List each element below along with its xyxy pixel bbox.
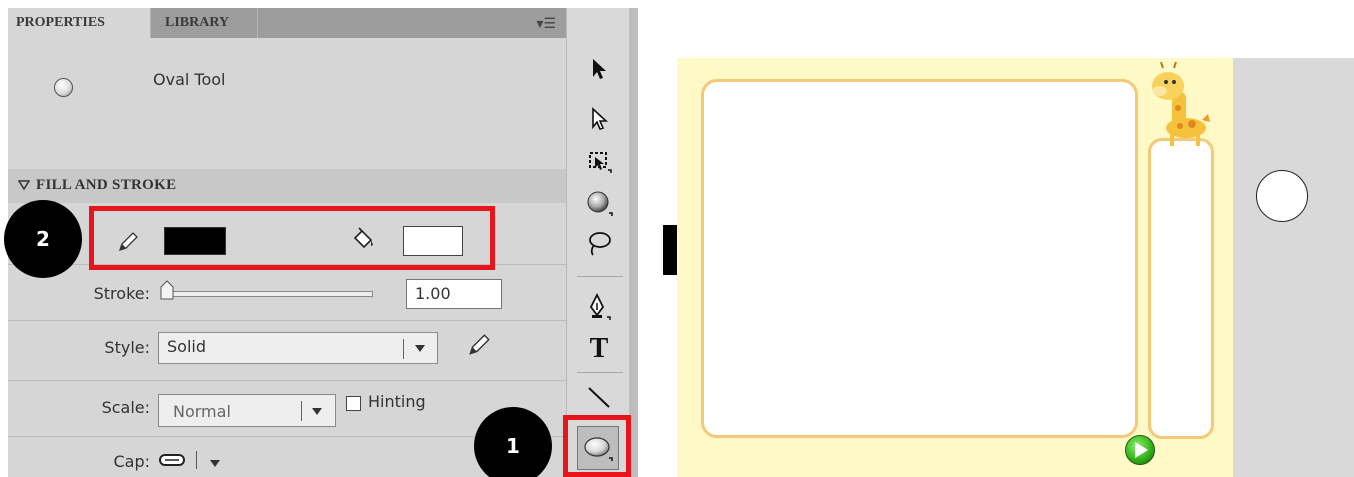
section-title: FILL AND STROKE [36,177,177,193]
stroke-slider-thumb[interactable] [159,279,175,301]
side-frame [1148,138,1214,439]
divider [8,380,566,381]
chevron-down-icon [312,408,322,415]
scale-value: Normal [173,402,231,421]
tab-library[interactable]: LIBRARY [150,8,258,38]
hinting-label: Hinting [368,392,426,411]
cap-label: Cap: [113,452,150,471]
text-tool[interactable]: T [579,332,619,366]
giraffe-decoration [1152,62,1210,146]
selection-tool[interactable] [579,52,619,86]
collapse-triangle-icon [18,180,30,191]
drawn-oval-shape[interactable] [1256,170,1308,222]
line-tool[interactable] [579,380,619,414]
tab-properties[interactable]: PROPERTIES [8,8,150,38]
cap-chevron-down-icon[interactable] [210,460,220,467]
style-dropdown[interactable]: Solid [158,332,438,364]
fill-stroke-section-header[interactable]: FILL AND STROKE [8,169,566,203]
pen-nib-icon [589,293,611,320]
free-transform-tool[interactable] [579,144,619,178]
stroke-label: Stroke: [93,284,150,303]
subselection-tool[interactable] [579,102,619,136]
step-badge-2: 2 [4,200,82,278]
tool-name: Oval Tool [153,70,226,89]
scale-label: Scale: [101,398,150,417]
highlight-oval-tool [563,415,631,477]
style-label: Style: [104,338,150,357]
round-cap-icon[interactable] [158,452,188,468]
tools-panel: T [566,8,629,477]
main-frame [701,79,1138,438]
text-tool-icon: T [589,333,609,364]
divider [8,320,566,321]
stroke-width-input[interactable]: 1.00 [406,279,502,309]
pen-tool[interactable] [579,290,619,324]
chevron-down-icon [415,345,425,352]
hinting-checkbox[interactable] [346,396,361,411]
panel-tab-bar: PROPERTIES LIBRARY ▾☰ [8,8,566,38]
selection-arrow-icon [593,59,606,79]
style-value: Solid [167,337,206,356]
3d-rotation-icon [587,191,613,216]
stroke-slider-track[interactable] [163,291,373,297]
panel-menu-icon[interactable]: ▾☰ [536,15,556,32]
lasso-icon [589,232,611,256]
3d-rotation-tool[interactable] [579,186,619,220]
highlight-stroke-fill [89,206,495,270]
line-tool-icon [588,387,610,408]
play-icon [1135,442,1148,458]
oval-tool-preview-icon [54,78,73,97]
lasso-tool[interactable] [579,226,619,260]
subselection-arrow-icon [592,107,609,130]
edit-stroke-style-pencil-icon[interactable] [466,332,492,358]
scale-dropdown[interactable]: Normal [158,394,336,427]
step-badge-1: 1 [474,407,552,477]
panel-edge [629,8,638,477]
free-transform-icon [589,152,612,173]
